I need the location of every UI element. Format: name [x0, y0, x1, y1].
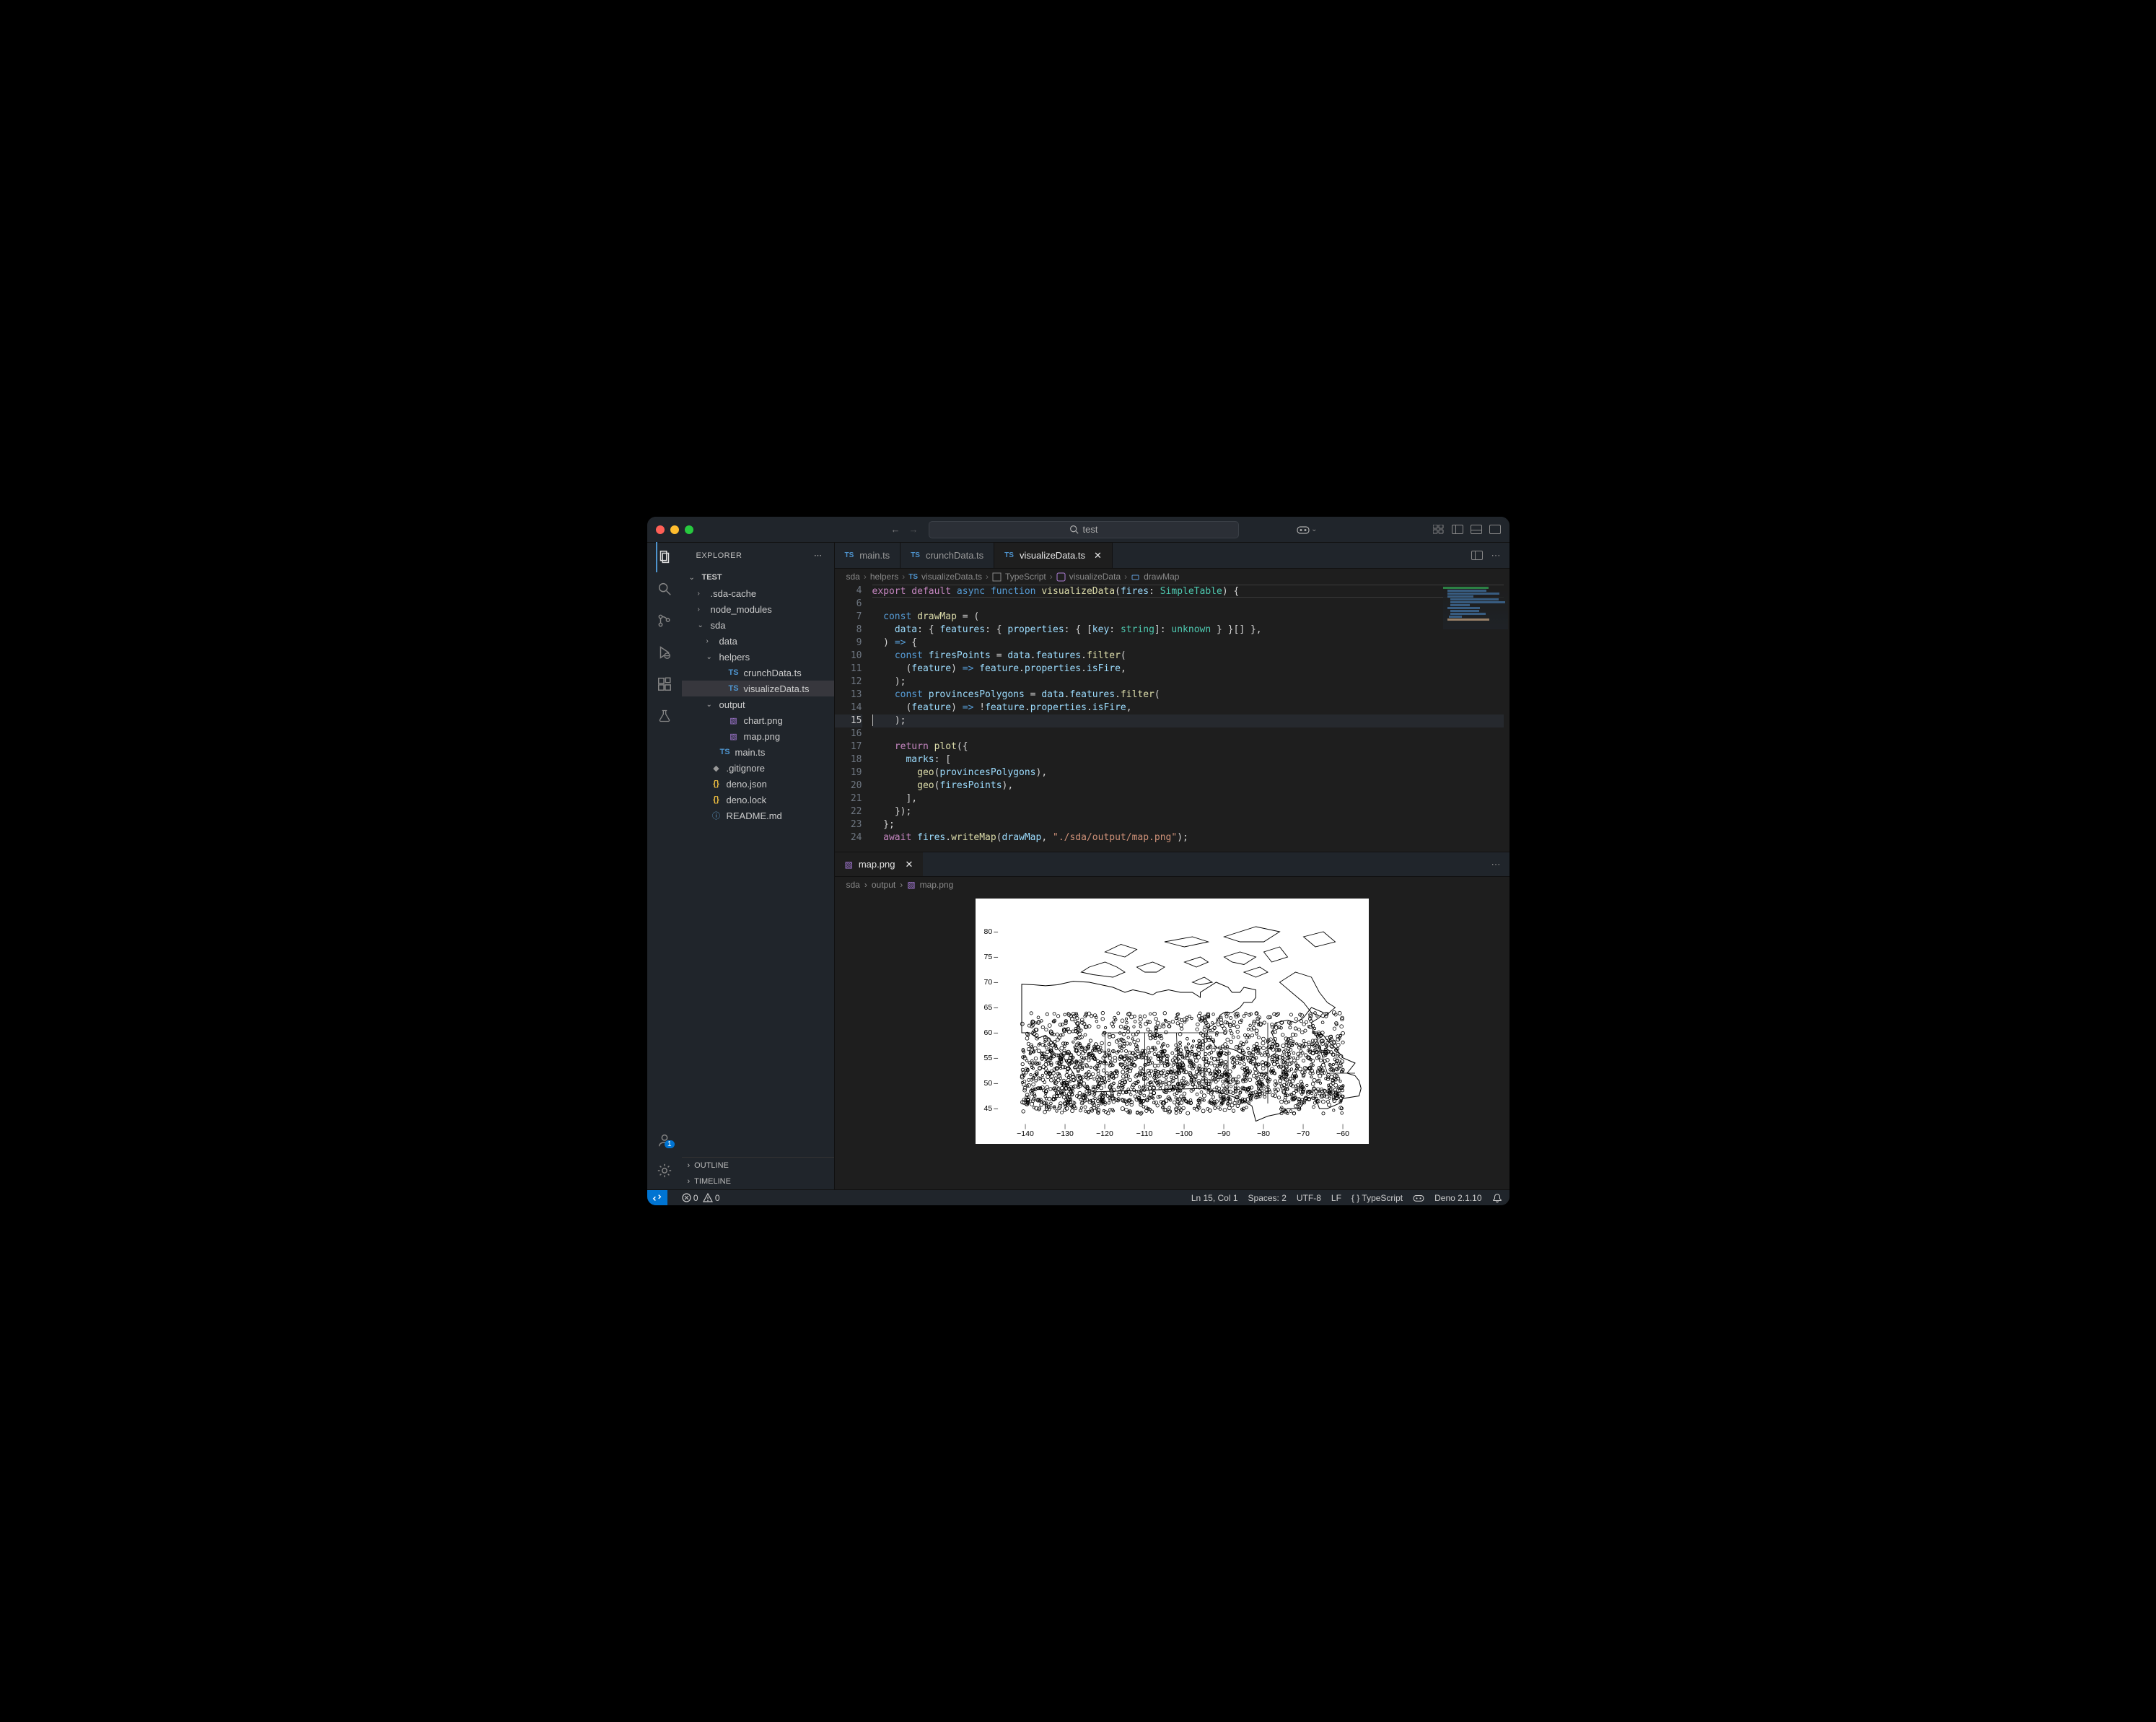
- settings-gear-icon[interactable]: [656, 1162, 673, 1179]
- nav-back-icon[interactable]: ←: [891, 524, 900, 535]
- tree-root[interactable]: ⌄ TEST: [682, 569, 834, 585]
- file-item[interactable]: ▧chart.png: [682, 712, 834, 728]
- timeline-section[interactable]: ›TIMELINE: [682, 1174, 834, 1189]
- chevron-down-icon: ⌄: [1311, 525, 1317, 533]
- ts-file-icon: TS: [1004, 551, 1014, 559]
- nav-forward-icon[interactable]: →: [909, 524, 919, 535]
- layout-grid-icon[interactable]: [1433, 525, 1445, 534]
- status-encoding[interactable]: UTF-8: [1297, 1193, 1321, 1203]
- layout-rightbar-icon[interactable]: [1489, 525, 1501, 534]
- testing-icon[interactable]: [656, 707, 673, 725]
- map-chart: 4550556065707580 −140−130−120−110−100−90…: [976, 899, 1369, 1144]
- status-errors[interactable]: 0: [682, 1193, 698, 1203]
- folder-item[interactable]: ›.sda-cache: [682, 585, 834, 601]
- tab-more-icon[interactable]: ⋯: [1491, 550, 1501, 561]
- panel-more-icon[interactable]: ⋯: [1491, 859, 1501, 870]
- outline-section[interactable]: ›OUTLINE: [682, 1158, 834, 1174]
- status-runtime[interactable]: Deno 2.1.10: [1434, 1193, 1481, 1203]
- file-item[interactable]: TSmain.ts: [682, 744, 834, 760]
- search-text: test: [1083, 524, 1098, 535]
- explorer-sidebar: EXPLORER ⋯ ⌄ TEST ›.sda-cache›node_modul…: [682, 543, 835, 1189]
- editor-tab[interactable]: TScrunchData.ts: [900, 543, 994, 568]
- editor-tab[interactable]: TSvisualizeData.ts✕: [994, 543, 1113, 568]
- sidebar-more-icon[interactable]: ⋯: [814, 551, 823, 560]
- ts-file-icon: TS: [911, 551, 920, 559]
- file-item[interactable]: TSvisualizeData.ts: [682, 681, 834, 696]
- copilot-icon[interactable]: ⌄: [1297, 525, 1317, 535]
- run-debug-icon[interactable]: [656, 644, 673, 661]
- panel-breadcrumb[interactable]: sda› output› ▧ map.png: [835, 877, 1509, 893]
- image-file-icon: ▧: [845, 860, 853, 870]
- status-spaces[interactable]: Spaces: 2: [1248, 1193, 1287, 1203]
- file-tree: ⌄ TEST ›.sda-cache›node_modules⌄sda›data…: [682, 568, 834, 1157]
- search-icon: [1069, 525, 1079, 534]
- panel-tab-map[interactable]: ▧ map.png ✕: [835, 852, 924, 876]
- ts-file-icon: TS: [908, 573, 918, 581]
- explorer-view-icon[interactable]: [656, 548, 673, 566]
- map-svg: [976, 899, 1369, 1144]
- activity-bar: 1: [647, 543, 682, 1189]
- command-center-search[interactable]: test: [929, 521, 1239, 538]
- status-eol[interactable]: LF: [1331, 1193, 1341, 1203]
- minimap[interactable]: [1443, 586, 1508, 629]
- breadcrumb[interactable]: sda› helpers› TS visualizeData.ts› TypeS…: [835, 569, 1509, 585]
- editor-tabs: TSmain.tsTScrunchData.tsTSvisualizeData.…: [835, 543, 1509, 569]
- close-icon[interactable]: ✕: [1094, 550, 1102, 561]
- file-item[interactable]: ▧map.png: [682, 728, 834, 744]
- accounts-icon[interactable]: 1: [656, 1132, 673, 1149]
- title-bar: ← → test ⌄: [647, 517, 1509, 543]
- close-window-icon[interactable]: [656, 525, 665, 534]
- variable-icon: [1131, 572, 1140, 582]
- folder-item[interactable]: ⌄helpers: [682, 649, 834, 665]
- editor-tab[interactable]: TSmain.ts: [835, 543, 901, 568]
- folder-item[interactable]: ›data: [682, 633, 834, 649]
- folder-item[interactable]: ›node_modules: [682, 601, 834, 617]
- status-warnings[interactable]: 0: [703, 1193, 720, 1203]
- folder-item[interactable]: ⌄output: [682, 696, 834, 712]
- image-file-icon: ▧: [907, 880, 915, 890]
- search-view-icon[interactable]: [656, 580, 673, 598]
- folder-item[interactable]: ⌄sda: [682, 617, 834, 633]
- status-bell-icon[interactable]: [1492, 1193, 1502, 1203]
- file-item[interactable]: {}deno.json: [682, 776, 834, 792]
- file-item[interactable]: ◆.gitignore: [682, 760, 834, 776]
- layout-sidebar-icon[interactable]: [1452, 525, 1463, 534]
- ts-file-icon: TS: [845, 551, 854, 559]
- status-language[interactable]: { } TypeScript: [1351, 1193, 1403, 1203]
- module-icon: [992, 572, 1002, 582]
- accounts-badge: 1: [665, 1140, 675, 1148]
- close-icon[interactable]: ✕: [905, 859, 913, 870]
- code-editor[interactable]: 46789101112131415161718192021222324 expo…: [835, 585, 1509, 852]
- sidebar-title: EXPLORER: [696, 551, 742, 560]
- image-preview: 4550556065707580 −140−130−120−110−100−90…: [835, 893, 1509, 1189]
- remote-indicator[interactable]: [647, 1190, 667, 1206]
- layout-panel-icon[interactable]: [1471, 525, 1482, 534]
- panel: ▧ map.png ✕ ⋯ sda› output› ▧ map.png: [835, 852, 1509, 1189]
- maximize-window-icon[interactable]: [685, 525, 693, 534]
- source-control-icon[interactable]: [656, 612, 673, 629]
- status-bar: 0 0 Ln 15, Col 1 Spaces: 2 UTF-8 LF { } …: [647, 1189, 1509, 1205]
- function-icon: [1056, 572, 1066, 582]
- status-copilot-icon[interactable]: [1413, 1194, 1424, 1202]
- extensions-icon[interactable]: [656, 676, 673, 693]
- traffic-lights: [656, 525, 693, 534]
- vscode-window: ← → test ⌄: [647, 517, 1509, 1205]
- split-editor-icon[interactable]: [1471, 551, 1483, 560]
- minimize-window-icon[interactable]: [670, 525, 679, 534]
- file-item[interactable]: {}deno.lock: [682, 792, 834, 808]
- status-cursor[interactable]: Ln 15, Col 1: [1191, 1193, 1238, 1203]
- file-item[interactable]: TScrunchData.ts: [682, 665, 834, 681]
- file-item[interactable]: ⓘREADME.md: [682, 808, 834, 823]
